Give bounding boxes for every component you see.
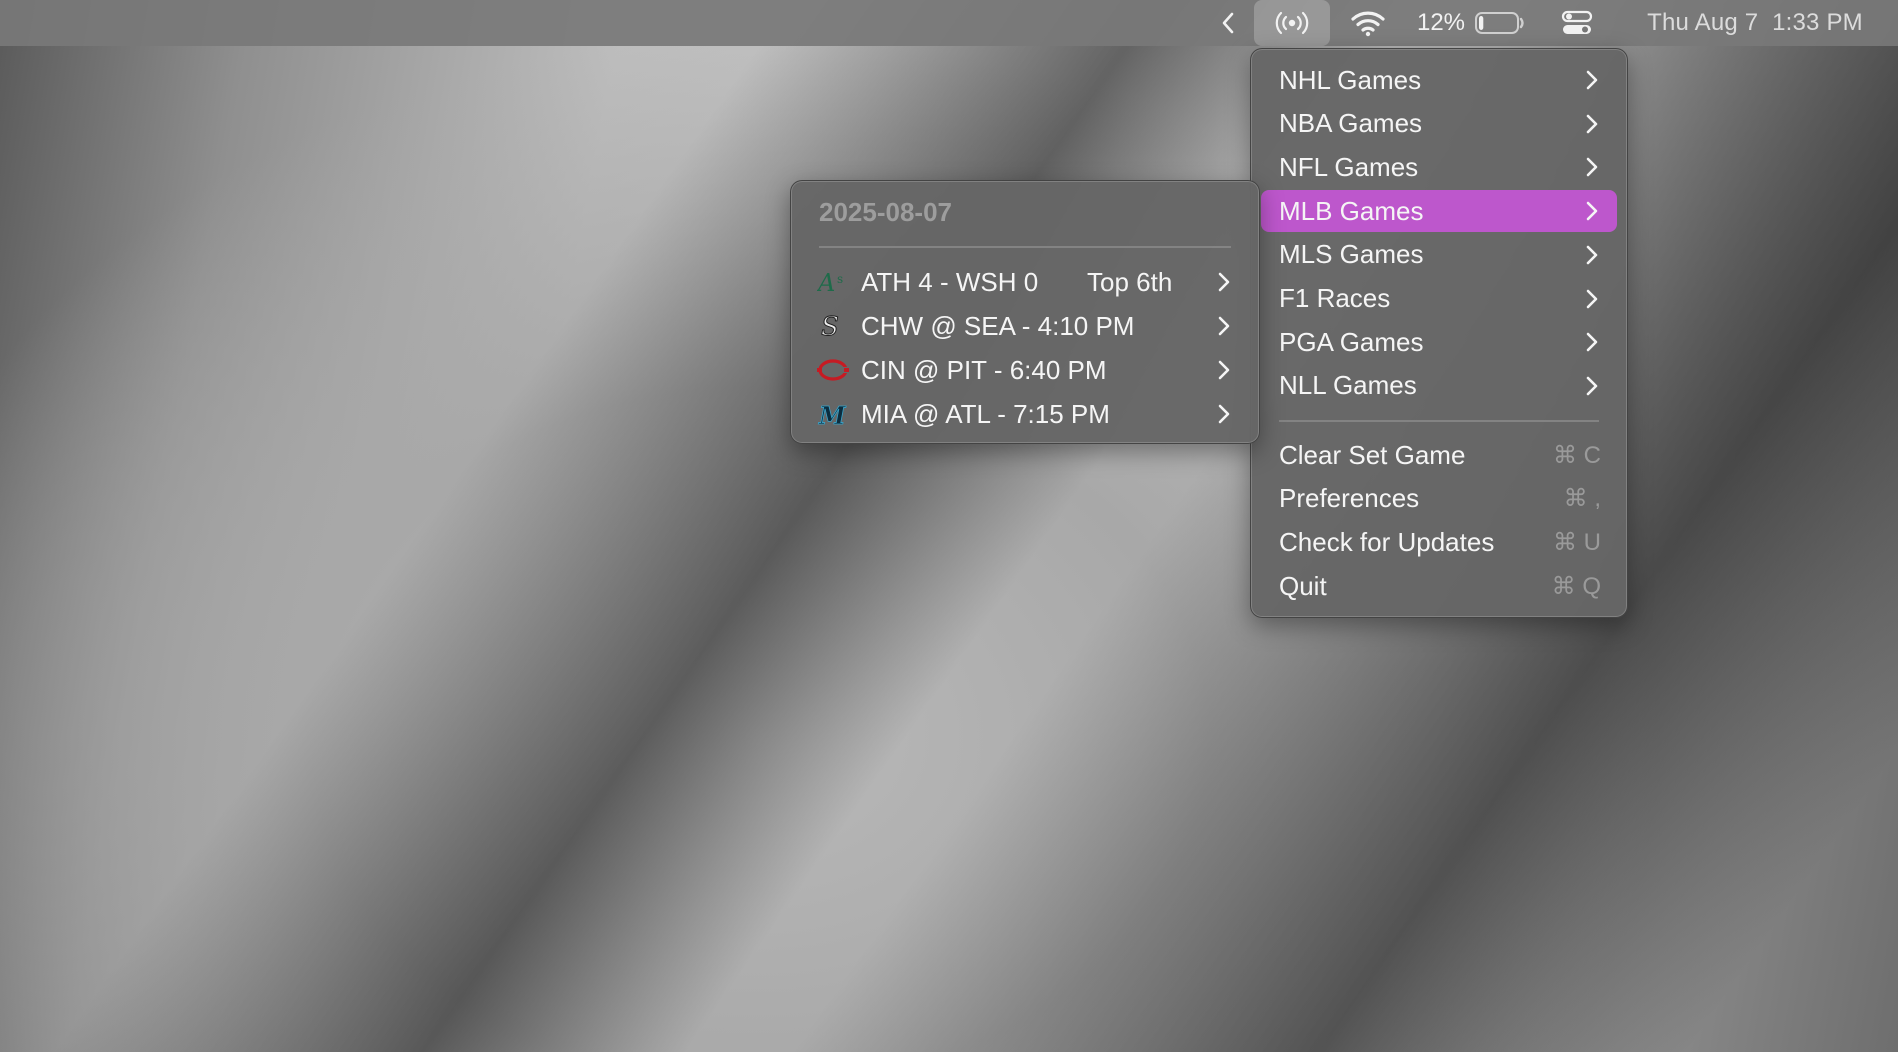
chevron-right-icon: [1213, 358, 1235, 382]
menu-item-label: Check for Updates: [1279, 526, 1495, 557]
game-status: Top 6th: [1087, 266, 1173, 297]
chevron-right-icon: [1213, 270, 1235, 294]
menu-item-label: NHL Games: [1279, 64, 1422, 95]
menu-item-mls-games[interactable]: MLS Games: [1261, 234, 1617, 276]
game-item[interactable]: M MIA @ ATL - 7:15 PM: [801, 393, 1249, 435]
menu-item-label: Clear Set Game: [1279, 439, 1466, 470]
chevron-right-icon: [1581, 155, 1603, 179]
menu-item-nfl-games[interactable]: NFL Games: [1261, 146, 1617, 188]
menu-item-mlb-games[interactable]: MLB Games: [1261, 190, 1617, 233]
keyboard-shortcut: ⌘ U: [1553, 528, 1601, 556]
game-item-label: CHW @ SEA - 4:10 PM: [861, 310, 1135, 341]
menubar-clock[interactable]: Thu Aug 7 1:33 PM: [1620, 0, 1890, 46]
menu-item-quit[interactable]: Quit ⌘ Q: [1261, 565, 1617, 607]
battery-percent: 12%: [1416, 9, 1466, 36]
menu-item-label: PGA Games: [1279, 326, 1424, 357]
athletics-logo-icon: As: [817, 266, 849, 298]
menu-item-nll-games[interactable]: NLL Games: [1261, 365, 1617, 407]
menu-item-pga-games[interactable]: PGA Games: [1261, 321, 1617, 363]
chevron-right-icon: [1213, 314, 1235, 338]
sports-main-menu: NHL Games NBA Games NFL Games MLB Games MLS …: [1250, 48, 1628, 618]
svg-text:A: A: [817, 269, 835, 297]
menu-item-label: NBA Games: [1279, 108, 1423, 139]
menu-separator: [1279, 420, 1599, 422]
menu-bar: 12% Thu Aug 7 1:33 PM: [0, 0, 1898, 46]
white-sox-logo-icon: S: [817, 310, 849, 343]
game-item-label: CIN @ PIT - 6:40 PM: [861, 354, 1107, 385]
menu-item-clear-set-game[interactable]: Clear Set Game ⌘ C: [1261, 434, 1617, 476]
chevron-right-icon: [1581, 330, 1603, 354]
sports-app-broadcast-icon[interactable]: [1254, 0, 1330, 46]
marlins-logo-icon: M: [817, 398, 849, 430]
keyboard-shortcut: ⌘ C: [1553, 441, 1601, 469]
chevron-right-icon: [1581, 287, 1603, 311]
submenu-date-header: 2025-08-07: [819, 197, 952, 227]
menu-item-label: NFL Games: [1279, 151, 1419, 182]
menubar-collapse-chevron-icon[interactable]: [1208, 0, 1248, 46]
keyboard-shortcut: ⌘ ,: [1563, 485, 1601, 513]
svg-text:S: S: [821, 312, 839, 342]
menu-item-nba-games[interactable]: NBA Games: [1261, 103, 1617, 145]
game-item[interactable]: As ATH 4 - WSH 0 Top 6th: [801, 261, 1249, 303]
keyboard-shortcut: ⌘ Q: [1551, 572, 1601, 600]
game-item-label: ATH 4 - WSH 0: [861, 266, 1039, 297]
menu-item-f1-races[interactable]: F1 Races: [1261, 278, 1617, 320]
svg-text:M: M: [818, 401, 847, 429]
chevron-right-icon: [1581, 243, 1603, 267]
svg-text:s: s: [837, 272, 843, 286]
game-item[interactable]: S CHW @ SEA - 4:10 PM: [801, 305, 1249, 347]
menu-item-label: NLL Games: [1279, 370, 1417, 401]
chevron-right-icon: [1581, 112, 1603, 136]
menu-item-label: Preferences: [1279, 483, 1420, 514]
menu-item-nhl-games[interactable]: NHL Games: [1261, 59, 1617, 101]
reds-logo-icon: [817, 354, 849, 386]
chevron-right-icon: [1581, 199, 1603, 223]
battery-icon[interactable]: [1472, 0, 1528, 46]
game-item-label: MIA @ ATL - 7:15 PM: [861, 398, 1110, 429]
submenu-separator: [819, 246, 1231, 248]
menu-item-label: Quit: [1279, 570, 1327, 601]
chevron-right-icon: [1213, 402, 1235, 426]
control-center-icon[interactable]: [1556, 0, 1598, 46]
chevron-right-icon: [1581, 374, 1603, 398]
wifi-icon[interactable]: [1346, 0, 1390, 46]
mlb-games-submenu: 2025-08-07 As ATH 4 - WSH 0 Top 6th S CHW @ …: [790, 180, 1260, 444]
game-item[interactable]: CIN @ PIT - 6:40 PM: [801, 349, 1249, 391]
menu-item-label: MLS Games: [1279, 239, 1424, 270]
menu-item-label: F1 Races: [1279, 283, 1391, 313]
menu-item-check-for-updates[interactable]: Check for Updates ⌘ U: [1261, 521, 1617, 563]
chevron-right-icon: [1581, 68, 1603, 92]
menu-item-label: MLB Games: [1279, 195, 1424, 226]
menu-item-preferences[interactable]: Preferences ⌘ ,: [1261, 478, 1617, 520]
